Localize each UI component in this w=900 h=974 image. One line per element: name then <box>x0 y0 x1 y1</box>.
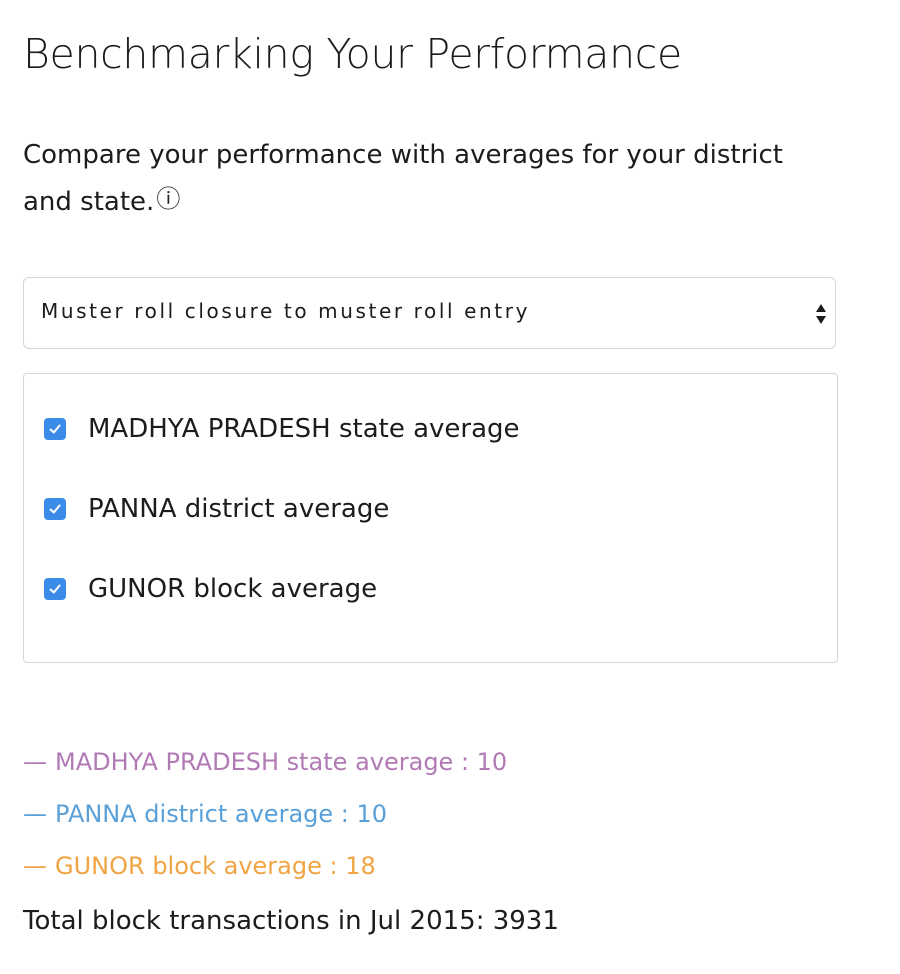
total-transactions: Total block transactions in Jul 2015: 39… <box>23 906 559 936</box>
average-options: MADHYA PRADESH state average PANNA distr… <box>23 373 838 663</box>
legend-dash: — <box>23 800 47 828</box>
legend-state-average: — MADHYA PRADESH state average : 10 <box>23 748 507 776</box>
legend-text: MADHYA PRADESH state average : 10 <box>55 748 508 776</box>
check-icon <box>49 584 61 594</box>
legend-text: GUNOR block average : 18 <box>55 852 376 880</box>
metric-select[interactable]: Muster roll closure to muster roll entry <box>23 277 836 349</box>
option-district-average[interactable]: PANNA district average <box>44 491 389 527</box>
option-state-average[interactable]: MADHYA PRADESH state average <box>44 411 520 447</box>
metric-select-value: Muster roll closure to muster roll entry <box>41 299 531 323</box>
district-average-checkbox[interactable] <box>44 498 66 520</box>
state-average-checkbox[interactable] <box>44 418 66 440</box>
legend-dash: — <box>23 748 47 776</box>
up-down-arrows-icon <box>816 304 826 324</box>
legend-block-average: — GUNOR block average : 18 <box>23 852 376 880</box>
page-title: Benchmarking Your Performance <box>23 30 682 78</box>
option-label: GUNOR block average <box>88 574 378 604</box>
option-block-average[interactable]: GUNOR block average <box>44 571 377 607</box>
legend-district-average: — PANNA district average : 10 <box>23 800 387 828</box>
legend-text: PANNA district average : 10 <box>55 800 388 828</box>
legend-dash: — <box>23 852 47 880</box>
description-text: Compare your performance with averages f… <box>23 140 783 217</box>
check-icon <box>49 504 61 514</box>
option-label: MADHYA PRADESH state average <box>88 414 520 444</box>
block-average-checkbox[interactable] <box>44 578 66 600</box>
description: Compare your performance with averages f… <box>23 132 838 226</box>
check-icon <box>49 424 61 434</box>
option-label: PANNA district average <box>88 494 390 524</box>
info-icon[interactable]: ⓘ <box>156 187 180 211</box>
